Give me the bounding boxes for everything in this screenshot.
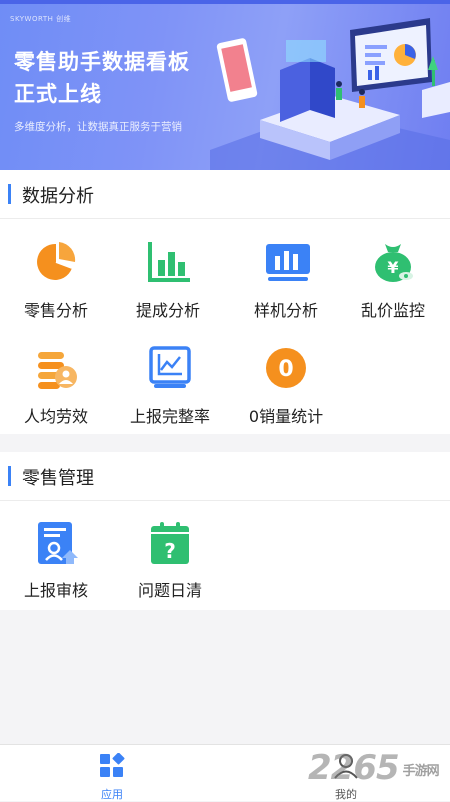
apps-icon bbox=[100, 752, 125, 777]
daily-issue-clearing-button[interactable]: ? 问题日清 bbox=[114, 520, 226, 601]
zero-badge-icon: 0 bbox=[264, 346, 308, 390]
banner-title-line1: 零售助手数据看板 bbox=[14, 50, 190, 74]
section-header: 数据分析 bbox=[0, 170, 450, 219]
sample-chart-icon bbox=[264, 240, 310, 284]
price-monitor-button[interactable]: ¥ 乱价监控 bbox=[337, 240, 449, 321]
per-capita-efficiency-button[interactable]: 人均劳效 bbox=[0, 346, 112, 427]
watermark-suffix: 手游网 bbox=[402, 764, 440, 779]
section-title: 数据分析 bbox=[22, 186, 94, 207]
per-capita-efficiency-label: 人均劳效 bbox=[23, 407, 88, 426]
section-title: 零售管理 bbox=[22, 468, 94, 489]
dashboard-illustration bbox=[210, 18, 450, 170]
report-review-button[interactable]: 上报审核 bbox=[0, 520, 112, 601]
line-chart-icon bbox=[148, 346, 192, 390]
watermark-number: 2265 bbox=[308, 748, 400, 788]
report-review-icon bbox=[34, 520, 78, 564]
nav-apps-tab[interactable]: 应用 bbox=[62, 752, 162, 802]
section-header: 零售管理 bbox=[0, 452, 450, 501]
price-monitor-label: 乱价监控 bbox=[360, 301, 425, 320]
coins-user-icon bbox=[34, 346, 78, 390]
svg-text:¥: ¥ bbox=[387, 258, 398, 277]
banner-subtitle: 多维度分析，让数据真正服务于营销 bbox=[14, 121, 182, 133]
promo-banner[interactable]: SKYWORTH 创维 零售助手数据看板 正式上线 多维度分析，让数据真正服务于… bbox=[0, 0, 450, 170]
brand-logo-text: SKYWORTH 创维 bbox=[10, 15, 72, 23]
daily-issue-clearing-label: 问题日清 bbox=[137, 581, 202, 600]
sample-analysis-button[interactable]: 样机分析 bbox=[230, 240, 342, 321]
commission-analysis-button[interactable]: 提成分析 bbox=[112, 240, 224, 321]
banner-title-line2: 正式上线 bbox=[14, 82, 102, 106]
zero-sales-stats-label: 0销量统计 bbox=[248, 407, 324, 426]
report-review-label: 上报审核 bbox=[23, 581, 88, 600]
question-mark-text: ? bbox=[164, 539, 176, 563]
money-bag-icon: ¥ bbox=[371, 240, 415, 284]
retail-analysis-button[interactable]: 零售分析 bbox=[0, 240, 112, 321]
bar-chart-icon bbox=[146, 240, 190, 284]
retail-analysis-label: 零售分析 bbox=[23, 301, 88, 320]
zero-sales-stats-button[interactable]: 0 0销量统计 bbox=[230, 346, 342, 427]
zero-badge-text: 0 bbox=[278, 357, 293, 382]
pie-chart-icon bbox=[34, 240, 78, 284]
calendar-question-icon: ? bbox=[148, 520, 192, 564]
sample-analysis-label: 样机分析 bbox=[253, 301, 318, 320]
retail-management-section: 零售管理 上报审核 ? 问题日清 bbox=[0, 452, 450, 610]
commission-analysis-label: 提成分析 bbox=[135, 301, 200, 320]
report-completion-label: 上报完整率 bbox=[129, 407, 210, 426]
section-accent-bar bbox=[8, 184, 11, 204]
site-watermark: 2265 手游网 bbox=[308, 748, 440, 788]
section-accent-bar bbox=[8, 466, 11, 486]
report-completion-button[interactable]: 上报完整率 bbox=[114, 346, 226, 427]
data-analysis-section: 数据分析 零售分析 提成分析 样机分析 ¥ 乱价监控 人均劳效 上报完整率 0 … bbox=[0, 170, 450, 434]
